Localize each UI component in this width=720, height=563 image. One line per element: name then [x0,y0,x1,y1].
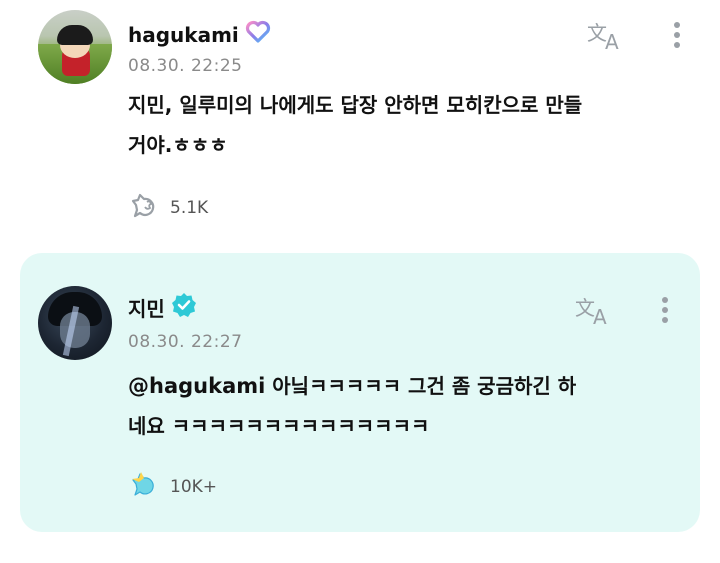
post-username: hagukami [128,22,239,47]
post-author[interactable]: hagukami [128,20,271,49]
post-reaction-count: 5.1K [170,197,209,218]
reply-mention[interactable]: @hagukami [128,374,265,398]
fan-avatar[interactable] [38,10,112,84]
reply-text-line1-rest: 아닠ㅋㅋㅋㅋㅋ 그건 좀 궁금하긴 하 [265,374,577,398]
reply-body: @hagukami 아닠ㅋㅋㅋㅋㅋ 그건 좀 궁금하긴 하 네요 ㅋㅋㅋㅋㅋㅋㅋ… [128,366,668,446]
post-body: 지민, 일루미의 나에게도 답장 안하면 모히칸으로 만들 거야.ㅎㅎㅎ [128,85,688,165]
more-options-icon[interactable] [672,18,682,52]
post-timestamp: 08.30. 22:25 [128,56,243,76]
svg-text:A: A [605,30,619,52]
svg-text:文: 文 [575,296,595,320]
heart-outline-icon [245,20,271,49]
reply-text-line1: @hagukami 아닠ㅋㅋㅋㅋㅋ 그건 좀 궁금하긴 하 [128,366,668,406]
reaction-outline-icon [130,191,162,224]
reply-reaction[interactable]: 10K+ [130,470,217,503]
reply-translate-icon[interactable]: 文 A [574,293,614,329]
artist-avatar[interactable] [38,286,112,360]
reply-author[interactable]: 지민 [128,292,197,323]
reply-username: 지민 [128,297,165,321]
translate-icon[interactable]: 文 A [586,18,626,54]
svg-text:A: A [593,305,607,327]
svg-text:文: 文 [587,21,607,45]
post-text-line1: 지민, 일루미의 나에게도 답장 안하면 모히칸으로 만들 [128,93,583,117]
reply-text-line2: 네요 ㅋㅋㅋㅋㅋㅋㅋㅋㅋㅋㅋㅋㅋㅋ [128,414,430,438]
reply-reaction-count: 10K+ [170,476,218,497]
reaction-filled-icon [130,470,162,503]
post-text-line2: 거야.ㅎㅎㅎ [128,133,228,157]
post-reaction[interactable]: 5.1K [130,191,208,224]
reply-timestamp: 08.30. 22:27 [128,332,243,352]
reply-more-options-icon[interactable] [660,293,670,327]
verified-check-icon [171,292,197,323]
